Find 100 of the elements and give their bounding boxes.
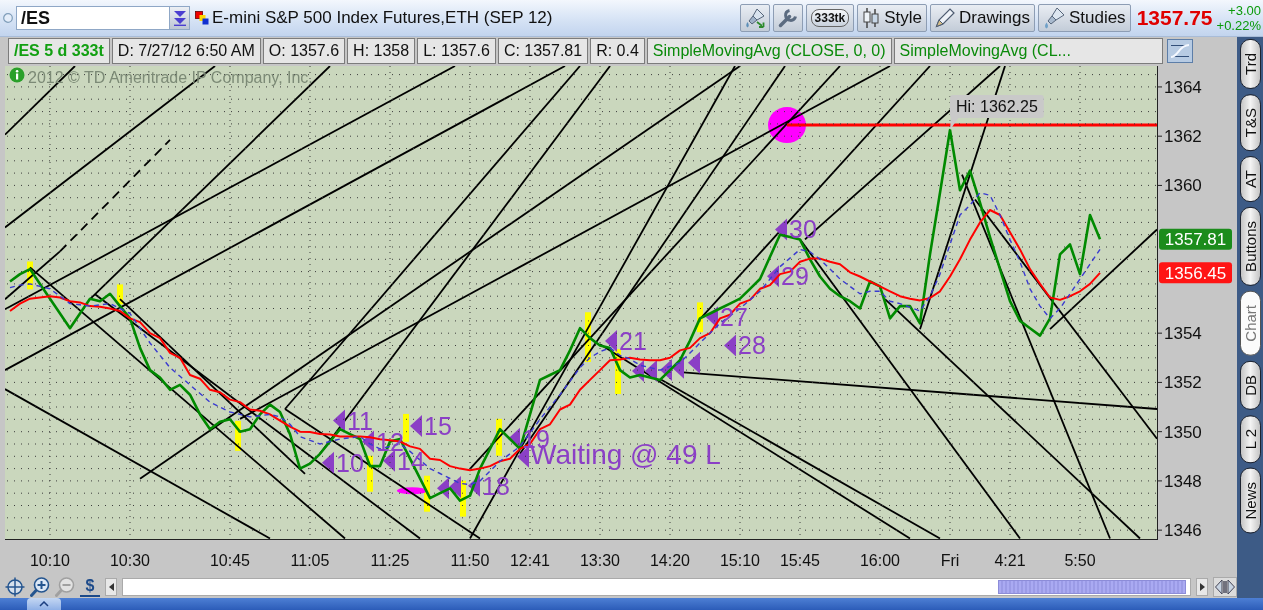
info-icon [9, 67, 25, 83]
pan-button[interactable] [1213, 577, 1237, 597]
x-axis-label: 4:21 [994, 552, 1026, 569]
x-axis-label: 10:10 [30, 552, 70, 569]
triangle-marker-icon [449, 476, 461, 499]
triangle-marker-icon [333, 409, 345, 432]
triangle-marker-icon [672, 356, 684, 379]
scroll-left-button[interactable] [105, 578, 117, 596]
triangle-marker-icon [605, 330, 617, 353]
highlighted-bar [403, 413, 409, 442]
wrench-icon [777, 8, 798, 28]
symbol-field[interactable]: /ES [16, 6, 170, 30]
instrument-title: E-mini S&P 500 Index Futures,ETH (SEP 12) [212, 7, 553, 30]
triangle-marker-icon [724, 334, 736, 357]
y-axis-label: 1354 [1164, 324, 1202, 344]
drawing-tool-button[interactable] [739, 4, 770, 32]
x-axis-label: 12:41 [510, 552, 550, 569]
highlighted-bar [27, 261, 33, 290]
y-axis-label: 1364 [1164, 77, 1202, 97]
side-tab[interactable]: T&S [1239, 93, 1261, 152]
triangle-marker-icon [362, 430, 374, 453]
collapse-button[interactable] [27, 598, 61, 610]
quote-field: H: 1358 [347, 37, 416, 64]
high-price-callout: Hi: 1362.25 [950, 95, 1044, 130]
marker-label: 29 [781, 262, 809, 291]
scroll-right-button[interactable] [1196, 578, 1208, 596]
marker-label: 27 [720, 303, 748, 332]
percent-change: +0.22% [1216, 18, 1261, 33]
side-tab[interactable]: AT [1239, 156, 1261, 203]
quote-field: C: 1357.81 [497, 37, 589, 64]
price-change: +3.00 [1227, 3, 1261, 18]
right-arrow-icon [1199, 583, 1205, 591]
triangle-marker-icon [767, 265, 779, 288]
side-tab[interactable]: DB [1239, 360, 1261, 410]
study-label: SimpleMovingAvg (CL... [893, 37, 1163, 64]
highlighted-bar [460, 480, 466, 517]
highlighted-bar [117, 284, 123, 305]
triangle-marker-icon [688, 351, 700, 374]
marker-label: 30 [789, 215, 817, 244]
x-axis-label: 11:50 [450, 552, 490, 569]
side-tab[interactable]: News [1239, 467, 1261, 534]
style-button[interactable]: Style [857, 4, 928, 32]
x-axis-label: 15:10 [720, 552, 760, 569]
price-tag: 1356.45 [1159, 262, 1232, 284]
zoom-in-button[interactable] [30, 577, 50, 597]
quote-field: D: 7/27/12 6:50 AM [111, 37, 261, 64]
scrollbar-thumb[interactable] [997, 580, 1186, 594]
x-axis-label: 11:05 [290, 552, 330, 569]
side-tab[interactable]: Buttons [1239, 207, 1261, 287]
triangle-marker-icon [660, 359, 672, 382]
triangle-marker-icon [775, 218, 787, 241]
x-axis-label: 11:25 [370, 552, 410, 569]
highlight-circle [768, 107, 806, 144]
y-axis-label: 1350 [1164, 422, 1202, 442]
y-axis-label: 1352 [1164, 373, 1202, 393]
annotation: Hi: 1362.25 [956, 98, 1038, 116]
highlighted-bar [424, 475, 430, 512]
x-axis-label: 16:00 [860, 552, 900, 569]
marker-label: 21 [619, 327, 647, 356]
quote-field: O: 1357.6 [262, 37, 346, 64]
quote-field: L: 1357.6 [417, 37, 496, 64]
side-tab[interactable]: L 2 [1239, 414, 1261, 463]
triangle-marker-icon [632, 360, 644, 383]
marker-label: 10 [336, 448, 364, 477]
left-arrow-icon [108, 583, 114, 591]
marker-label: 11 [347, 406, 373, 435]
brush-icon [744, 8, 765, 28]
pan-arrows-icon [1215, 579, 1235, 595]
scrollbar-track[interactable] [122, 578, 1191, 596]
symbol-dropdown-button[interactable] [170, 6, 190, 30]
crosshair-button[interactable] [5, 577, 25, 597]
candlestick-icon [862, 7, 881, 29]
x-axis-label: 15:45 [780, 552, 820, 569]
side-tab[interactable]: Trd [1239, 39, 1261, 89]
chart-settings-button[interactable] [1167, 38, 1193, 63]
pencil-icon [935, 8, 956, 28]
studies-button[interactable]: Studies [1037, 4, 1131, 32]
zoom-out-icon [55, 577, 75, 597]
drawings-button[interactable]: Drawings [930, 4, 1035, 32]
double-caret-icon [172, 10, 187, 26]
y-axis-label: 1346 [1164, 521, 1202, 541]
triangle-marker-icon [322, 451, 334, 474]
chart-symbol-label: /ES 5 d 333t [8, 37, 110, 64]
highlighted-bar [496, 418, 502, 456]
y-axis-label: 1348 [1164, 471, 1202, 491]
chart-curve-icon [1167, 38, 1193, 63]
highlighted-bar [615, 349, 621, 394]
side-tab[interactable]: Chart [1239, 291, 1261, 356]
circle-icon [3, 13, 13, 23]
triangle-marker-icon [410, 415, 422, 437]
x-axis-label: 5:50 [1064, 552, 1096, 569]
aggregation-button[interactable]: 333tk [805, 4, 855, 32]
last-price: 1357.75 [1136, 5, 1213, 32]
crosshair-icon [5, 577, 25, 597]
settings-button[interactable] [772, 4, 803, 32]
x-axis-label: 10:30 [110, 552, 150, 569]
x-axis-label: 13:30 [580, 552, 620, 569]
caret-up-icon [39, 601, 49, 607]
triangle-marker-icon [706, 306, 718, 329]
quote-field: R: 0.4 [590, 37, 645, 64]
